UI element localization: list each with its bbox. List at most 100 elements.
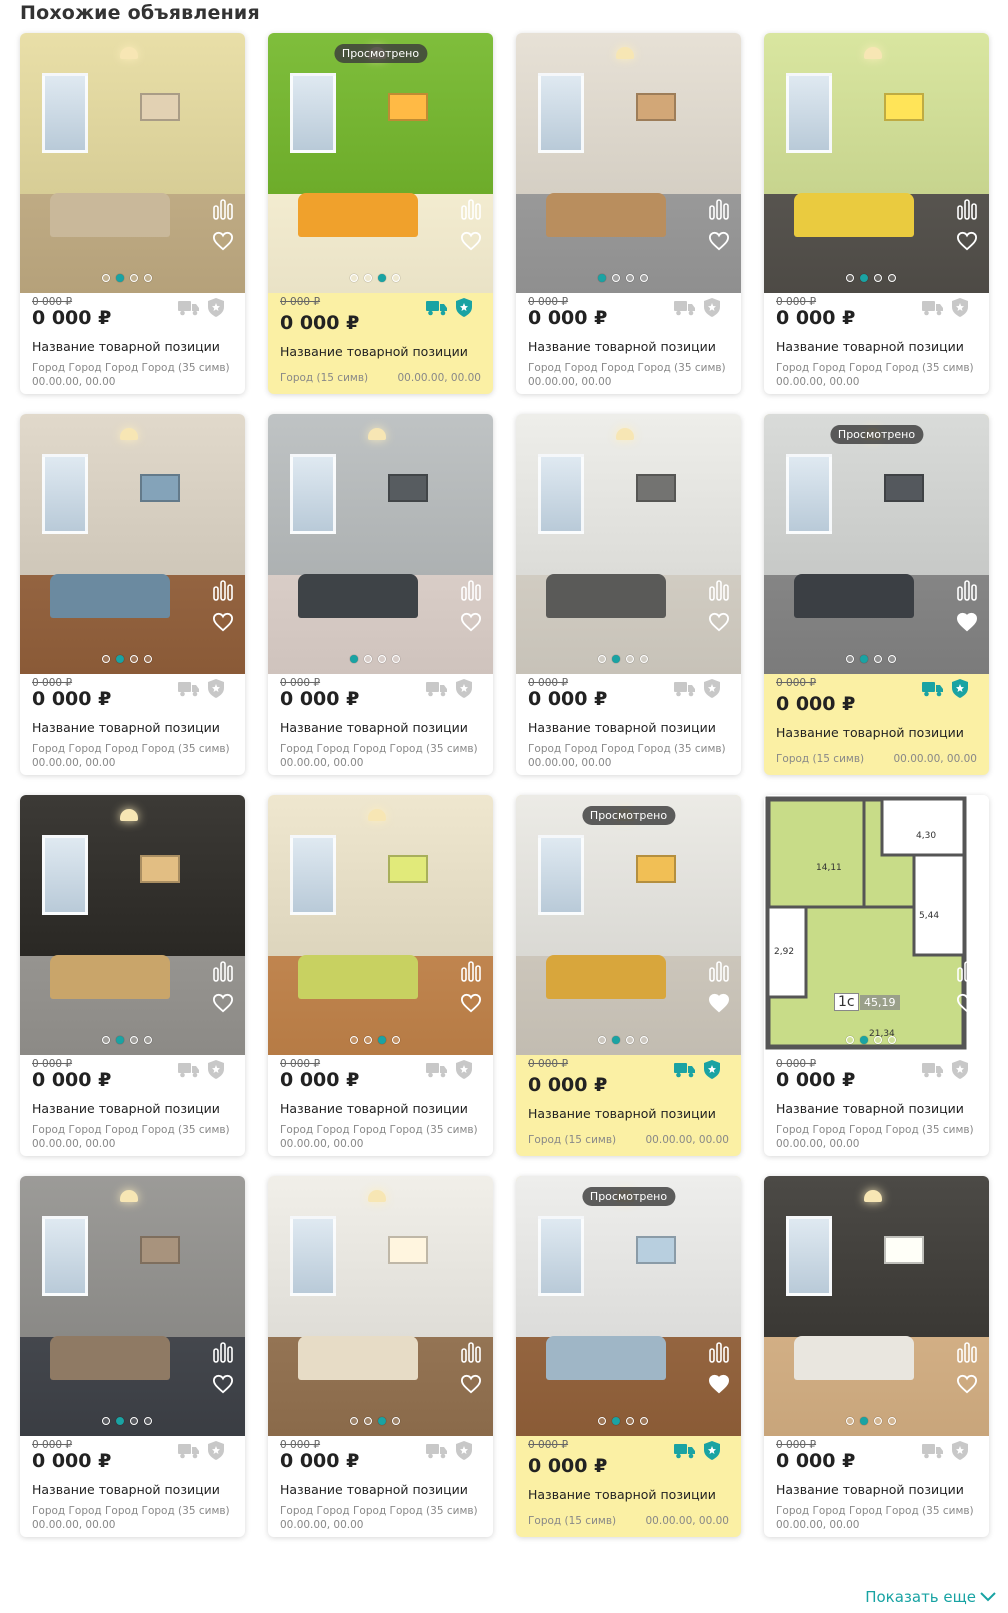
listing-card[interactable]: 0 000 ₽ 0 000 ₽ Название товарной позици… [20,414,245,775]
stats-icon[interactable] [460,198,482,220]
listing-title[interactable]: Название товарной позиции [280,720,468,735]
pagination-dot[interactable] [640,1036,648,1044]
listing-photo[interactable] [268,795,493,1055]
listing-photo[interactable]: Просмотрено [516,1176,741,1436]
heart-icon[interactable] [212,231,234,251]
stats-icon[interactable] [956,198,978,220]
stats-icon[interactable] [212,579,234,601]
heart-icon[interactable] [460,231,482,251]
stats-icon[interactable] [708,1341,730,1363]
pagination-dot[interactable] [116,655,124,663]
photo-pagination[interactable] [350,1036,400,1044]
heart-icon[interactable] [956,231,978,251]
listing-photo[interactable] [20,414,245,674]
pagination-dot[interactable] [102,655,110,663]
pagination-dot[interactable] [640,1417,648,1425]
pagination-dot[interactable] [612,655,620,663]
pagination-dot[interactable] [144,274,152,282]
photo-pagination[interactable] [846,655,896,663]
pagination-dot[interactable] [860,274,868,282]
listing-card[interactable]: 0 000 ₽ 0 000 ₽ Название товарной позици… [516,414,741,775]
photo-pagination[interactable] [598,1417,648,1425]
listing-photo[interactable] [20,33,245,293]
pagination-dot[interactable] [116,274,124,282]
pagination-dot[interactable] [130,655,138,663]
heart-icon[interactable] [212,1374,234,1394]
listing-title[interactable]: Название товарной позиции [280,1482,468,1497]
pagination-dot[interactable] [874,1036,882,1044]
listing-photo[interactable] [764,33,989,293]
pagination-dot[interactable] [144,655,152,663]
pagination-dot[interactable] [626,1036,634,1044]
pagination-dot[interactable] [350,655,358,663]
listing-title[interactable]: Название товарной позиции [528,339,716,354]
heart-icon[interactable] [460,993,482,1013]
pagination-dot[interactable] [130,274,138,282]
stats-icon[interactable] [460,579,482,601]
photo-pagination[interactable] [102,274,152,282]
listing-photo[interactable]: Просмотрено [764,414,989,674]
pagination-dot[interactable] [144,1417,152,1425]
pagination-dot[interactable] [130,1036,138,1044]
listing-title[interactable]: Название товарной позиции [32,1482,220,1497]
pagination-dot[interactable] [626,274,634,282]
listing-card[interactable]: 0 000 ₽ 0 000 ₽ Название товарной позици… [20,1176,245,1537]
listing-card[interactable]: 0 000 ₽ 0 000 ₽ Название товарной позици… [764,33,989,394]
pagination-dot[interactable] [102,1036,110,1044]
photo-pagination[interactable] [350,274,400,282]
photo-pagination[interactable] [846,1036,896,1044]
listing-photo[interactable] [268,414,493,674]
pagination-dot[interactable] [874,1417,882,1425]
heart-icon[interactable] [460,612,482,632]
pagination-dot[interactable] [846,1417,854,1425]
photo-pagination[interactable] [350,655,400,663]
pagination-dot[interactable] [116,1036,124,1044]
photo-pagination[interactable] [102,655,152,663]
listing-card[interactable]: 0 000 ₽ 0 000 ₽ Название товарной позици… [20,33,245,394]
pagination-dot[interactable] [860,655,868,663]
pagination-dot[interactable] [378,1417,386,1425]
photo-pagination[interactable] [102,1417,152,1425]
photo-pagination[interactable] [350,1417,400,1425]
pagination-dot[interactable] [640,274,648,282]
listing-title[interactable]: Название товарной позиции [776,1482,964,1497]
listing-photo[interactable] [516,414,741,674]
heart-icon[interactable] [956,993,978,1013]
listing-title[interactable]: Название товарной позиции [32,1101,220,1116]
stats-icon[interactable] [956,1341,978,1363]
pagination-dot[interactable] [102,1417,110,1425]
heart-icon[interactable] [708,993,730,1013]
stats-icon[interactable] [956,579,978,601]
pagination-dot[interactable] [392,655,400,663]
stats-icon[interactable] [212,960,234,982]
listing-title[interactable]: Название товарной позиции [280,344,468,359]
pagination-dot[interactable] [598,1417,606,1425]
pagination-dot[interactable] [612,1036,620,1044]
listing-title[interactable]: Название товарной позиции [776,725,964,740]
listing-card[interactable]: Просмотрено 0 000 ₽ 0 000 ₽ Название тов… [764,414,989,775]
heart-icon[interactable] [708,1374,730,1394]
listing-photo[interactable] [20,795,245,1055]
pagination-dot[interactable] [364,1036,372,1044]
heart-icon[interactable] [212,612,234,632]
pagination-dot[interactable] [612,1417,620,1425]
heart-icon[interactable] [212,993,234,1013]
listing-photo[interactable]: 14,11 4,30 5,44 2,92 45,19 21,34 1с [764,795,989,1055]
photo-pagination[interactable] [846,274,896,282]
listing-title[interactable]: Название товарной позиции [528,720,716,735]
pagination-dot[interactable] [874,655,882,663]
pagination-dot[interactable] [378,1036,386,1044]
listing-title[interactable]: Название товарной позиции [528,1106,716,1121]
photo-pagination[interactable] [846,1417,896,1425]
listing-title[interactable]: Название товарной позиции [32,720,220,735]
pagination-dot[interactable] [846,1036,854,1044]
listing-card[interactable]: 0 000 ₽ 0 000 ₽ Название товарной позици… [764,1176,989,1537]
pagination-dot[interactable] [888,1036,896,1044]
heart-icon[interactable] [956,612,978,632]
stats-icon[interactable] [708,960,730,982]
listing-photo[interactable] [764,1176,989,1436]
listing-photo[interactable]: Просмотрено [516,795,741,1055]
pagination-dot[interactable] [888,655,896,663]
pagination-dot[interactable] [888,1417,896,1425]
listing-card[interactable]: 0 000 ₽ 0 000 ₽ Название товарной позици… [20,795,245,1156]
